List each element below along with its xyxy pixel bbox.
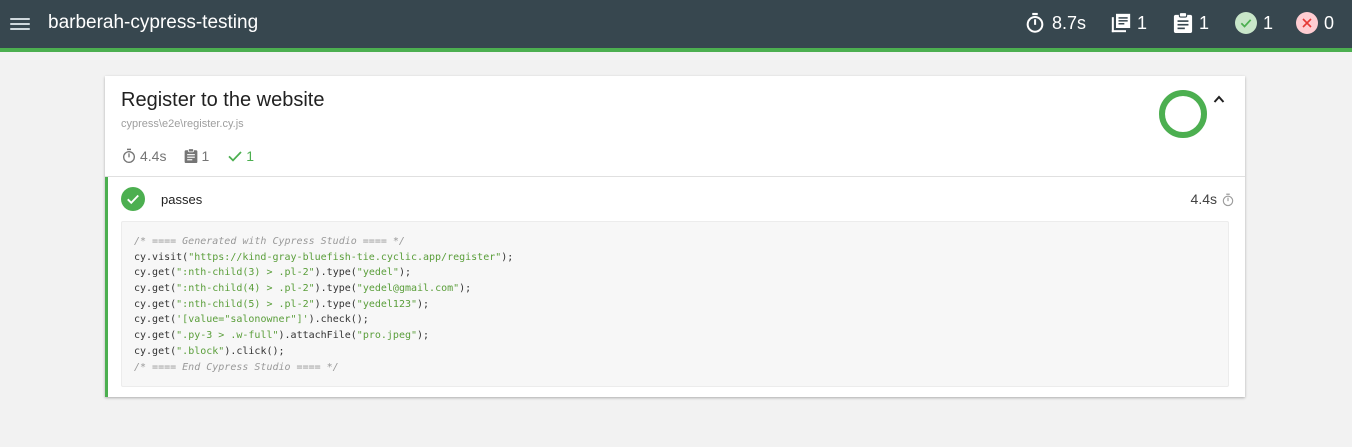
code-token: /* ==== End Cypress Studio ==== */ — [134, 361, 339, 373]
top-navbar: barberah-cypress-testing 8.7s 1 1 1 0 — [0, 0, 1352, 48]
code-token: ":nth-child(4) > .pl-2" — [176, 283, 315, 295]
code-token: cy.get( — [134, 345, 177, 357]
passed-stat: 1 — [1235, 10, 1273, 36]
clipboard-icon — [185, 148, 198, 163]
suite-pass-chart — [1159, 90, 1207, 138]
menu-icon[interactable] — [10, 14, 30, 34]
code-token: ).attachFile( — [278, 330, 357, 342]
code-line: cy.get('[value="salonowner"]').check(); — [134, 312, 1216, 328]
total-duration-value: 8.7s — [1052, 12, 1087, 33]
tests-count: 1 — [1199, 12, 1210, 33]
code-token: ).type( — [314, 267, 357, 279]
suite-tests-count: 1 — [201, 148, 210, 164]
code-token: "yedel123" — [356, 298, 418, 310]
chart-pass-arc — [1159, 90, 1207, 138]
tests-stat: 1 — [1173, 10, 1209, 36]
code-token: cy.get( — [134, 330, 177, 342]
suite-duration: 4.4s — [121, 148, 166, 164]
chevron-up-icon[interactable] — [1213, 91, 1227, 103]
code-token: "https://kind-gray-bluefish-tie.cyclic.a… — [188, 251, 502, 263]
passed-count: 1 — [1263, 12, 1274, 33]
stopwatch-icon — [123, 148, 135, 163]
code-token: ":nth-child(3) > .pl-2" — [176, 267, 315, 279]
suite-file-path: cypress\e2e\register.cy.js — [121, 118, 244, 130]
close-circle-icon — [1296, 12, 1318, 34]
suite-stats: 4.4s 1 1 — [121, 146, 254, 166]
code-line: cy.get(".block").click(); — [134, 344, 1216, 360]
code-line: cy.get(":nth-child(4) > .pl-2").type("ye… — [134, 281, 1216, 297]
check-circle-icon — [1235, 12, 1257, 34]
suite-duration-value: 4.4s — [140, 148, 167, 164]
code-token: "yedel@gmail.com" — [356, 283, 460, 295]
code-token: cy.get( — [134, 267, 177, 279]
failed-count: 0 — [1324, 12, 1335, 33]
code-token: cy.get( — [134, 298, 177, 310]
topbar-accent-line — [0, 48, 1352, 52]
code-token: ).check(); — [308, 314, 369, 326]
code-line: cy.get(":nth-child(3) > .pl-2").type("ye… — [134, 265, 1216, 281]
code-token: '[value="salonowner"]' — [176, 314, 309, 326]
test-code-block: /* ==== Generated with Cypress Studio ==… — [121, 221, 1229, 387]
code-token: ); — [501, 251, 514, 263]
code-token: ); — [417, 330, 430, 342]
total-duration-stat: 8.7s — [1024, 10, 1086, 36]
suite-tests: 1 — [184, 148, 209, 164]
test-row[interactable]: passes 4.4s /* ==== Generated with Cypre… — [105, 177, 1245, 397]
failed-stat: 0 — [1296, 10, 1334, 36]
code-token: ".py-3 > .w-full" — [176, 330, 279, 342]
code-token: ).type( — [314, 298, 357, 310]
code-token: ); — [459, 283, 472, 295]
code-token: ".block" — [176, 345, 225, 357]
check-icon — [228, 151, 242, 162]
code-token: /* ==== Generated with Cypress Studio ==… — [134, 236, 405, 247]
suite-card: Register to the website cypress\e2e\regi… — [105, 76, 1245, 397]
code-token: cy.get( — [134, 283, 177, 295]
clipboard-icon — [1173, 12, 1193, 33]
code-token: ).type( — [314, 283, 357, 295]
code-token: cy.visit( — [134, 251, 189, 263]
code-token: ); — [417, 298, 430, 310]
code-line: cy.get(":nth-child(5) > .pl-2").type("ye… — [134, 297, 1216, 313]
code-line: cy.get(".py-3 > .w-full").attachFile("pr… — [134, 328, 1216, 344]
code-line: /* ==== Generated with Cypress Studio ==… — [134, 234, 1216, 250]
test-duration: 4.4s — [1190, 191, 1217, 207]
suite-passed: 1 — [227, 148, 254, 164]
test-title: passes — [161, 192, 203, 207]
stopwatch-icon — [1222, 193, 1234, 207]
suites-stat: 1 — [1111, 10, 1147, 36]
suites-count: 1 — [1137, 12, 1148, 33]
report-title: barberah-cypress-testing — [48, 12, 259, 33]
code-token: "yedel" — [356, 267, 399, 279]
code-token: cy.get( — [134, 314, 177, 326]
suite-title: Register to the website — [121, 89, 325, 111]
code-line: /* ==== End Cypress Studio ==== */ — [134, 360, 1216, 376]
suite-passed-count: 1 — [246, 148, 255, 164]
code-token: "pro.jpeg" — [356, 330, 418, 342]
code-token: ).click(); — [224, 345, 285, 357]
library-books-icon — [1111, 13, 1131, 33]
code-line: cy.visit("https://kind-gray-bluefish-tie… — [134, 250, 1216, 266]
check-circle-icon — [121, 187, 145, 211]
code-token: ); — [398, 267, 411, 279]
code-token: ":nth-child(5) > .pl-2" — [176, 298, 315, 310]
stopwatch-icon — [1026, 12, 1044, 33]
